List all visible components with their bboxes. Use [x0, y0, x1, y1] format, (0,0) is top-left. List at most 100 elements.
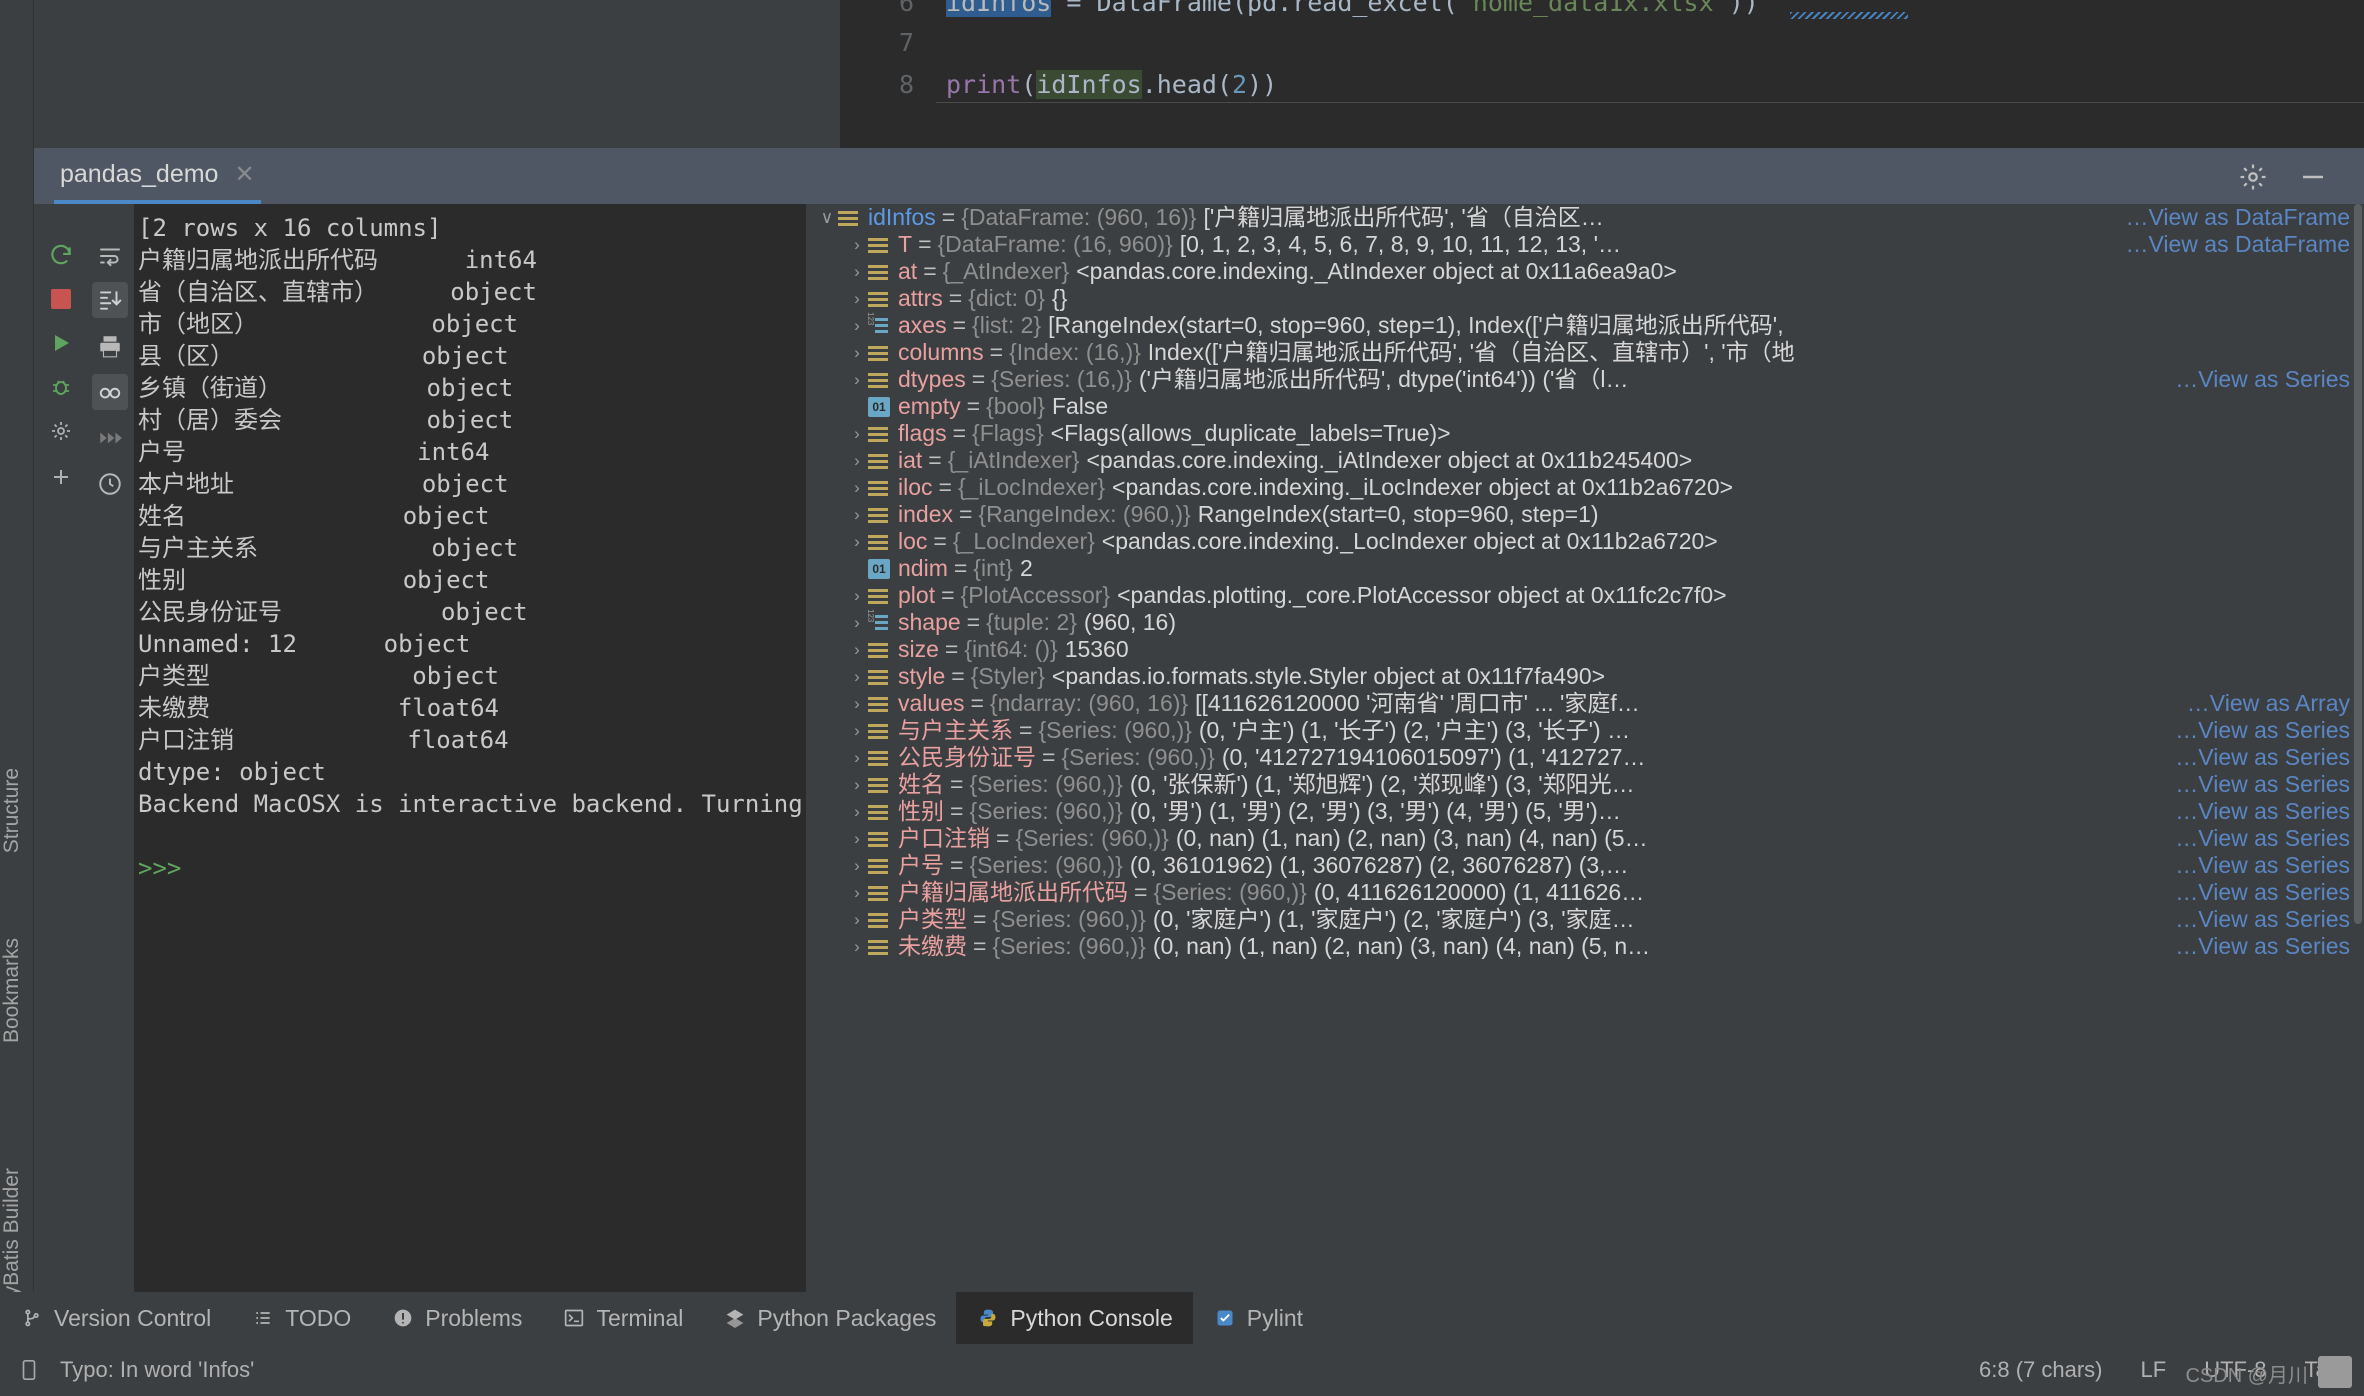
memory-indicator[interactable] [2318, 1356, 2352, 1388]
view-as-link[interactable]: …View as Array [2184, 690, 2350, 717]
scroll-to-end-icon[interactable] [92, 282, 128, 318]
variable-row[interactable]: › values = {ndarray: (960, 16)} [[4116261200… [812, 690, 2364, 717]
variable-row[interactable]: › iloc = {_iLocIndexer} <pandas.core.indexin… [812, 474, 2364, 501]
gear-icon[interactable] [2238, 162, 2268, 192]
view-as-link[interactable]: …View as Series [2173, 879, 2350, 906]
variable-row[interactable]: › 户类型 = {Series: (960,)} (0, '家庭户') (1, '家庭户… [812, 906, 2364, 933]
debug-icon[interactable] [44, 370, 78, 404]
chevron-right-icon[interactable]: › [846, 690, 868, 717]
variable-row[interactable]: › 户口注销 = {Series: (960,)} (0, nan) (1, nan) … [812, 825, 2364, 852]
view-as-link[interactable]: …View as Series [2173, 771, 2350, 798]
chevron-right-icon[interactable]: › [846, 258, 868, 285]
settings-icon[interactable] [44, 414, 78, 448]
line-separator[interactable]: LF [2141, 1357, 2167, 1383]
tool-button-bookmarks[interactable]: Bookmarks [0, 938, 34, 1043]
bottom-tab-pylint[interactable]: Pylint [1193, 1292, 1323, 1344]
chevron-right-icon[interactable]: › [846, 231, 868, 258]
variable-row[interactable]: 01 empty = {bool} False [812, 393, 2364, 420]
chevron-right-icon[interactable]: › [846, 447, 868, 474]
variable-row[interactable]: › shape={tuple: 2}(960, 16) [812, 609, 2364, 636]
variable-row[interactable]: › index = {RangeIndex: (960,)} RangeIndex(st… [812, 501, 2364, 528]
console-output[interactable]: [2 rows x 16 columns] 户籍归属地派出所代码 int64 省… [134, 204, 806, 1312]
chevron-right-icon[interactable]: › [846, 339, 868, 366]
view-as-link[interactable]: …View as DataFrame [2123, 231, 2350, 258]
variable-row[interactable]: › 姓名 = {Series: (960,)} (0, '张保新') (1, '郑旭辉'… [812, 771, 2364, 798]
minimize-icon[interactable] [2298, 162, 2328, 192]
use-console-icon[interactable] [92, 374, 128, 410]
close-icon[interactable]: ✕ [234, 160, 254, 189]
variable-row[interactable]: › flags = {Flags} <Flags(allows_duplicate_la… [812, 420, 2364, 447]
chevron-right-icon[interactable]: › [846, 501, 868, 528]
variable-row[interactable]: › at = {_AtIndexer} <pandas.core.indexing._A… [812, 258, 2364, 285]
chevron-right-icon[interactable]: › [846, 420, 868, 447]
variable-row[interactable]: › columns = {Index: (16,)} Index(['户籍归属地派出所代… [812, 339, 2364, 366]
run-all-icon[interactable] [92, 420, 128, 456]
view-as-link[interactable]: …View as Series [2173, 717, 2350, 744]
chevron-right-icon[interactable]: › [846, 474, 868, 501]
editor-code-area[interactable]: 6 7 8 idInfos = DataFrame(pd.read_excel(… [840, 0, 2364, 148]
chevron-right-icon[interactable]: › [846, 798, 868, 825]
view-as-link[interactable]: …View as Series [2173, 366, 2350, 393]
chevron-right-icon[interactable]: › [846, 852, 868, 879]
chevron-right-icon[interactable]: › [846, 663, 868, 690]
caret-position[interactable]: 6:8 (7 chars) [1979, 1357, 2103, 1383]
chevron-right-icon[interactable]: › [846, 771, 868, 798]
soft-wrap-icon[interactable] [92, 238, 128, 274]
variable-row[interactable]: › 未缴费 = {Series: (960,)} (0, nan) (1, nan) (… [812, 933, 2364, 960]
view-as-link[interactable]: …View as Series [2173, 852, 2350, 879]
chevron-right-icon[interactable]: › [846, 825, 868, 852]
tool-button-structure[interactable]: Structure [0, 768, 34, 853]
variable-row[interactable]: › iat = {_iAtIndexer} <pandas.core.indexing.… [812, 447, 2364, 474]
chevron-right-icon[interactable]: › [846, 717, 868, 744]
variable-row[interactable]: › dtypes = {Series: (16,)} ('户籍归属地派出所代码', dt… [812, 366, 2364, 393]
variable-row[interactable]: › 与户主关系 = {Series: (960,)} (0, '户主') (1, '长子… [812, 717, 2364, 744]
variable-row[interactable]: ∨ idInfos = {DataFrame: (960, 16)} ['户籍归属地派出… [812, 204, 2364, 231]
console-prompt[interactable]: >>> [134, 852, 806, 884]
stop-icon[interactable] [44, 282, 78, 316]
bottom-tab-python-packages[interactable]: Python Packages [703, 1292, 956, 1344]
bottom-tab-problems[interactable]: Problems [371, 1292, 542, 1344]
variable-row[interactable]: › 性别 = {Series: (960,)} (0, '男') (1, '男') (2… [812, 798, 2364, 825]
view-as-link[interactable]: …View as Series [2173, 933, 2350, 960]
view-as-link[interactable]: …View as Series [2173, 744, 2350, 771]
chevron-right-icon[interactable]: › [846, 879, 868, 906]
chevron-right-icon[interactable]: › [846, 906, 868, 933]
print-icon[interactable] [92, 328, 128, 364]
view-as-link[interactable]: …View as Series [2173, 798, 2350, 825]
chevron-right-icon[interactable]: › [846, 312, 868, 339]
view-as-link[interactable]: …View as DataFrame [2123, 204, 2350, 231]
variables-scrollbar[interactable] [2354, 204, 2362, 1312]
variable-row[interactable]: › size = {int64: ()} 15360 [812, 636, 2364, 663]
variable-row[interactable]: › 公民身份证号 = {Series: (960,)} (0, '41272719410… [812, 744, 2364, 771]
inspection-icon[interactable] [18, 1357, 40, 1383]
chevron-right-icon[interactable]: › [846, 582, 868, 609]
view-as-link[interactable]: …View as Series [2173, 906, 2350, 933]
variables-scrollbar-thumb[interactable] [2354, 204, 2362, 924]
variable-row[interactable]: › 户籍归属地派出所代码 = {Series: (960,)} (0, 41162612… [812, 879, 2364, 906]
view-as-link[interactable]: …View as Series [2173, 825, 2350, 852]
chevron-right-icon[interactable]: › [846, 744, 868, 771]
chevron-right-icon[interactable]: › [846, 366, 868, 393]
history-icon[interactable] [92, 466, 128, 502]
variable-row[interactable]: 01 ndim = {int} 2 [812, 555, 2364, 582]
rerun-icon[interactable] [44, 238, 78, 272]
bottom-tab-version-control[interactable]: Version Control [0, 1292, 231, 1344]
variable-row[interactable]: › T = {DataFrame: (16, 960)} [0, 1, 2, 3, 4,… [812, 231, 2364, 258]
variable-row[interactable]: › attrs = {dict: 0}{} [812, 285, 2364, 312]
bottom-tab-python-console[interactable]: Python Console [956, 1292, 1193, 1344]
chevron-right-icon[interactable]: › [846, 636, 868, 663]
chevron-down-icon[interactable]: ∨ [816, 204, 838, 231]
bottom-tab-terminal[interactable]: Terminal [542, 1292, 703, 1344]
chevron-right-icon[interactable]: › [846, 528, 868, 555]
variable-row[interactable]: › axes={list: 2}[RangeIndex(start=0, stop… [812, 312, 2364, 339]
chevron-right-icon[interactable]: › [846, 933, 868, 960]
variable-row[interactable]: › loc = {_LocIndexer} <pandas.core.indexing.… [812, 528, 2364, 555]
variable-row[interactable]: › plot = {PlotAccessor} <pandas.plotting._co… [812, 582, 2364, 609]
execute-icon[interactable] [44, 326, 78, 360]
variables-panel[interactable]: ∨ idInfos = {DataFrame: (960, 16)} ['户籍归属地派出… [812, 204, 2364, 1312]
variable-row[interactable]: › 户号 = {Series: (960,)} (0, 36101962) (1, 36… [812, 852, 2364, 879]
console-tab-pandas-demo[interactable]: pandas_demo ✕ [54, 148, 261, 204]
bottom-tab-todo[interactable]: TODO [231, 1292, 371, 1344]
chevron-right-icon[interactable]: › [846, 609, 868, 636]
add-icon[interactable] [44, 460, 78, 494]
